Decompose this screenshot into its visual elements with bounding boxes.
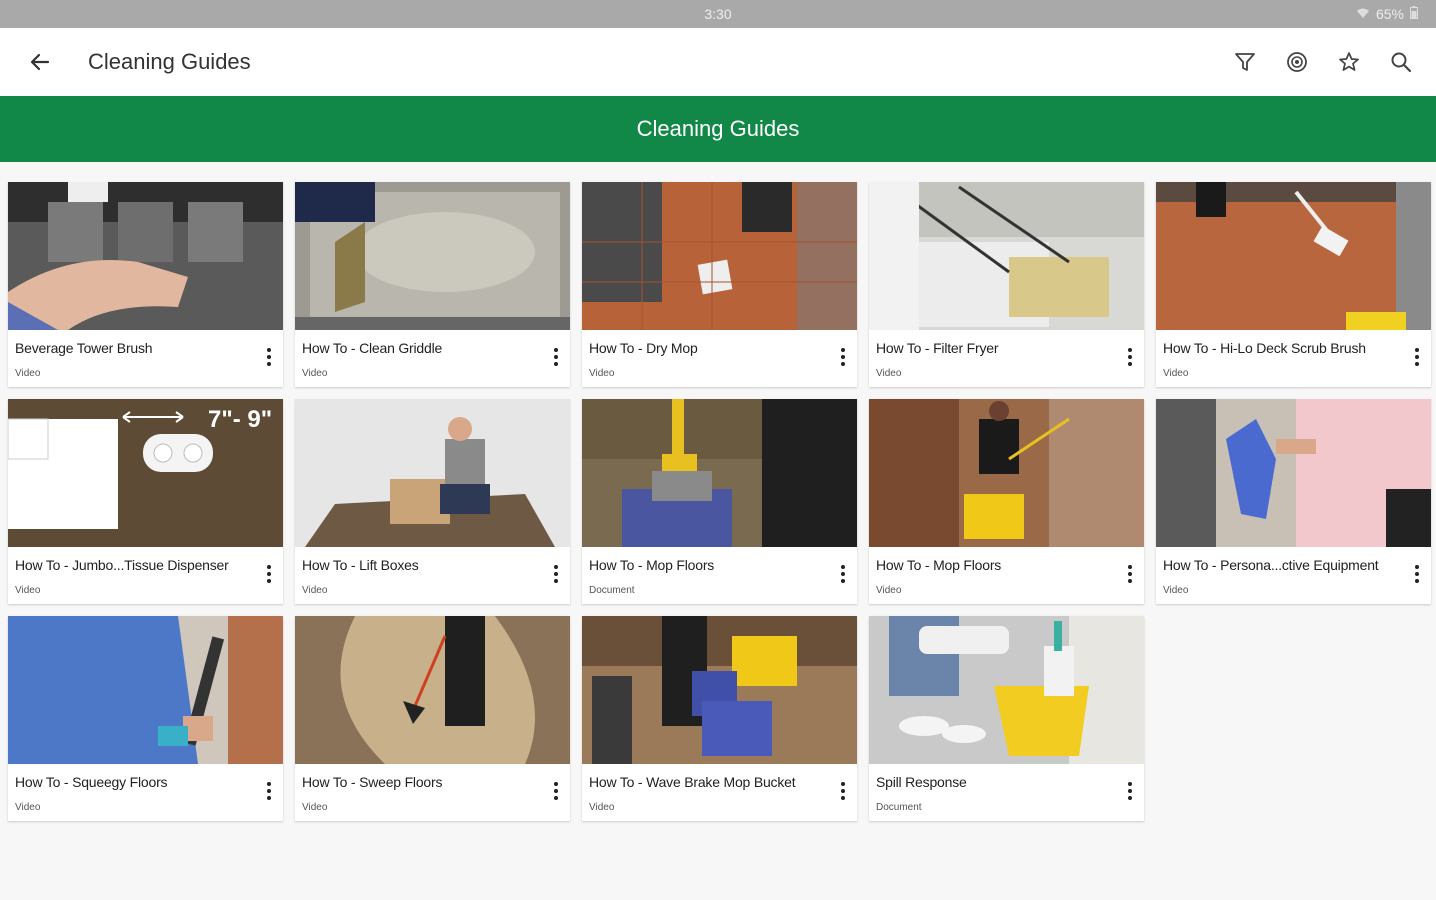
more-options-icon[interactable] — [261, 563, 277, 585]
guide-card[interactable]: How To - Persona...ctive Equipment Video — [1156, 399, 1431, 604]
guide-card[interactable]: 7"- 9" How To - Jumbo...Tissue Dispenser… — [8, 399, 283, 604]
guide-type: Video — [876, 585, 902, 596]
guide-type: Video — [302, 585, 328, 596]
guide-type: Video — [302, 368, 328, 379]
guide-type: Video — [15, 585, 41, 596]
guide-card[interactable]: Spill Response Document — [869, 616, 1144, 821]
search-icon[interactable] — [1386, 47, 1416, 77]
more-options-icon[interactable] — [835, 346, 851, 368]
app-bar: Cleaning Guides — [0, 28, 1436, 96]
target-icon[interactable] — [1282, 47, 1312, 77]
guide-type: Video — [589, 802, 615, 813]
thumbnail-image — [8, 616, 283, 764]
status-bar: 3:30 65% — [0, 0, 1436, 28]
more-options-icon[interactable] — [548, 780, 564, 802]
measurement-label: 7"- 9" — [208, 406, 272, 433]
thumbnail-image — [582, 616, 857, 764]
guide-title: How To - Hi-Lo Deck Scrub Brush — [1163, 340, 1366, 356]
wifi-icon — [1356, 6, 1370, 22]
guide-card[interactable]: How To - Clean Griddle Video — [295, 182, 570, 387]
guide-card[interactable]: How To - Mop Floors Video — [869, 399, 1144, 604]
guide-title: How To - Sweep Floors — [302, 774, 443, 790]
guide-type: Video — [876, 368, 902, 379]
guide-type: Video — [302, 802, 328, 813]
battery-icon — [1410, 6, 1418, 22]
status-time: 3:30 — [704, 6, 732, 22]
guide-card[interactable]: How To - Hi-Lo Deck Scrub Brush Video — [1156, 182, 1431, 387]
thumbnail-image — [1156, 399, 1431, 547]
thumbnail-image — [869, 399, 1144, 547]
guide-title: How To - Lift Boxes — [302, 557, 419, 573]
guide-type: Video — [589, 368, 615, 379]
guide-title: How To - Persona...ctive Equipment — [1163, 557, 1379, 573]
guide-card[interactable]: How To - Dry Mop Video — [582, 182, 857, 387]
more-options-icon[interactable] — [548, 346, 564, 368]
star-icon[interactable] — [1334, 47, 1364, 77]
guide-type: Video — [1163, 368, 1189, 379]
guide-card[interactable]: How To - Wave Brake Mop Bucket Video — [582, 616, 857, 821]
more-options-icon[interactable] — [1122, 780, 1138, 802]
more-options-icon[interactable] — [1409, 563, 1425, 585]
more-options-icon[interactable] — [835, 780, 851, 802]
thumbnail-image — [582, 182, 857, 330]
guide-title: How To - Dry Mop — [589, 340, 698, 356]
guide-title: How To - Squeegy Floors — [15, 774, 168, 790]
thumbnail-image — [295, 616, 570, 764]
filter-icon[interactable] — [1230, 47, 1260, 77]
page-title: Cleaning Guides — [88, 49, 251, 74]
guide-title: How To - Mop Floors — [876, 557, 1002, 573]
more-options-icon[interactable] — [1122, 563, 1138, 585]
guide-title: How To - Clean Griddle — [302, 340, 443, 356]
guide-type: Video — [15, 368, 41, 379]
more-options-icon[interactable] — [1409, 346, 1425, 368]
battery-level: 65% — [1375, 6, 1404, 22]
status-icons: 65% — [1356, 6, 1418, 22]
more-options-icon[interactable] — [548, 563, 564, 585]
thumbnail-image — [1156, 182, 1431, 330]
thumbnail-image — [295, 399, 570, 547]
guide-card[interactable]: Beverage Tower Brush Video — [8, 182, 283, 387]
guide-title: How To - Jumbo...Tissue Dispenser — [15, 557, 229, 573]
section-banner: Cleaning Guides — [0, 96, 1436, 162]
guide-card[interactable]: How To - Filter Fryer Video — [869, 182, 1144, 387]
guide-card[interactable]: How To - Sweep Floors Video — [295, 616, 570, 821]
guide-title: Spill Response — [876, 774, 967, 790]
guide-type: Video — [1163, 585, 1189, 596]
more-options-icon[interactable] — [261, 346, 277, 368]
guide-title: How To - Wave Brake Mop Bucket — [589, 774, 796, 790]
thumbnail-image — [8, 182, 283, 330]
arrow-left-icon[interactable] — [22, 44, 58, 80]
thumbnail-image: 7"- 9" — [8, 399, 283, 547]
guide-card[interactable]: How To - Squeegy Floors Video — [8, 616, 283, 821]
guide-type: Video — [15, 802, 41, 813]
guide-title: How To - Mop Floors — [589, 557, 715, 573]
guide-title: Beverage Tower Brush — [15, 340, 153, 356]
thumbnail-image — [582, 399, 857, 547]
thumbnail-image — [869, 182, 1144, 330]
thumbnail-image — [869, 616, 1144, 764]
toolbar-actions — [1230, 28, 1416, 96]
guide-card[interactable]: How To - Lift Boxes Video — [295, 399, 570, 604]
guide-card[interactable]: How To - Mop Floors Document — [582, 399, 857, 604]
more-options-icon[interactable] — [835, 563, 851, 585]
guide-type: Document — [589, 585, 635, 596]
guide-type: Document — [876, 802, 922, 813]
more-options-icon[interactable] — [261, 780, 277, 802]
thumbnail-image — [295, 182, 570, 330]
guide-title: How To - Filter Fryer — [876, 340, 999, 356]
guides-grid: Beverage Tower Brush Video How To - Clea… — [0, 162, 1436, 821]
more-options-icon[interactable] — [1122, 346, 1138, 368]
